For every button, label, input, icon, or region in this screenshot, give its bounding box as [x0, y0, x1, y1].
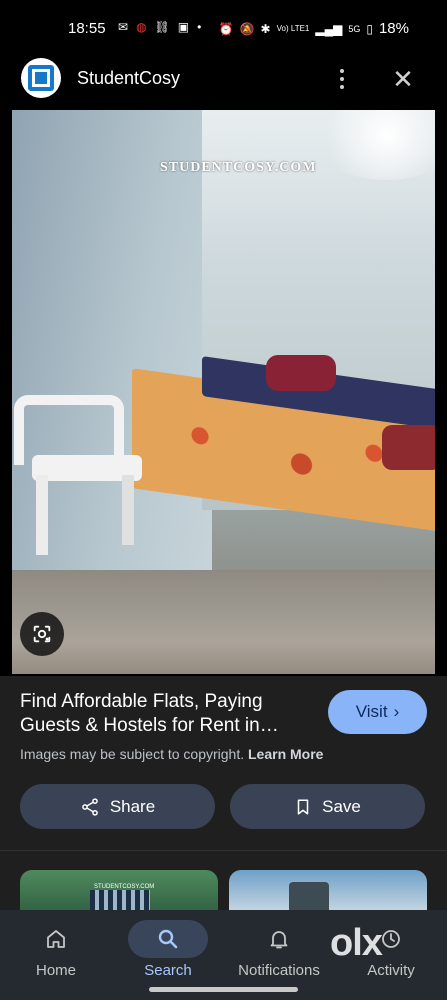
- airtel-icon: ◍: [136, 20, 147, 34]
- result-title[interactable]: Find Affordable Flats, Paying Guests & H…: [20, 690, 320, 738]
- google-lens-icon[interactable]: [20, 612, 64, 656]
- related-images: STUDENTCOSY.COM: [0, 851, 447, 920]
- image-watermark: STUDENTCOSY.COM: [160, 160, 317, 175]
- battery-icon: ▯: [366, 21, 373, 36]
- share-label: Share: [109, 796, 156, 816]
- 5g-signal-icon: 5G: [348, 23, 361, 34]
- studentcosy-logo-icon: [21, 58, 61, 98]
- home-icon: [16, 920, 96, 958]
- chevron-right-icon: ›: [393, 702, 400, 721]
- signal-icon: ▂▄▆: [315, 21, 343, 36]
- messages-icon: ✉: [118, 20, 129, 34]
- link-icon: ⛓: [154, 20, 170, 34]
- status-bar: 18:55 ✉ ◍ ⛓ ▣ • ⏰ 🔕 ✱ Vo) LTE1 ▂▄▆ 5G ▯ …: [0, 0, 447, 58]
- visit-button[interactable]: Visit ›: [328, 690, 427, 734]
- bookmark-icon: [297, 799, 309, 814]
- learn-more-link[interactable]: Learn More: [248, 746, 323, 762]
- olx-watermark-logo: olx: [330, 922, 420, 974]
- gesture-bar[interactable]: [149, 987, 298, 992]
- close-icon[interactable]: ✕: [388, 64, 418, 94]
- result-details: Find Affordable Flats, Paying Guests & H…: [0, 676, 447, 856]
- chair-image-part: [12, 395, 152, 555]
- dot-icon: •: [197, 20, 202, 34]
- copyright-notice: Images may be subject to copyright. Lear…: [20, 746, 323, 762]
- status-time: 18:55: [68, 20, 106, 37]
- site-title: StudentCosy: [77, 68, 181, 88]
- nav-home-label: Home: [35, 962, 76, 979]
- bluetooth-icon: ✱: [260, 21, 271, 36]
- alarm-icon: ⏰: [218, 21, 234, 36]
- news-icon: ▣: [177, 20, 190, 34]
- nav-home[interactable]: Home: [0, 910, 112, 1000]
- more-vert-icon[interactable]: [330, 64, 354, 94]
- result-image[interactable]: STUDENTCOSY.COM: [12, 110, 435, 674]
- share-button[interactable]: Share: [20, 784, 215, 829]
- copyright-text: Images may be subject to copyright.: [20, 746, 245, 762]
- olx-watermark-text: olx: [330, 922, 383, 964]
- volte-icon: Vo) LTE1: [276, 24, 310, 33]
- save-button[interactable]: Save: [230, 784, 425, 829]
- status-right-icons: ⏰ 🔕 ✱ Vo) LTE1 ▂▄▆ 5G ▯ 18%: [219, 20, 409, 37]
- bell-icon: [239, 920, 319, 958]
- share-icon: [81, 797, 98, 816]
- battery-level: 18%: [378, 20, 409, 37]
- search-icon: [128, 920, 208, 958]
- visit-label: Visit: [355, 702, 388, 721]
- page-header: StudentCosy ✕: [0, 58, 447, 108]
- status-left-icons: ✉ ◍ ⛓ ▣ •: [118, 20, 201, 34]
- nav-search-label: Search: [144, 962, 192, 979]
- nav-notifications-label: Notifications: [238, 962, 320, 979]
- save-label: Save: [322, 796, 361, 816]
- mute-icon: 🔕: [239, 21, 255, 36]
